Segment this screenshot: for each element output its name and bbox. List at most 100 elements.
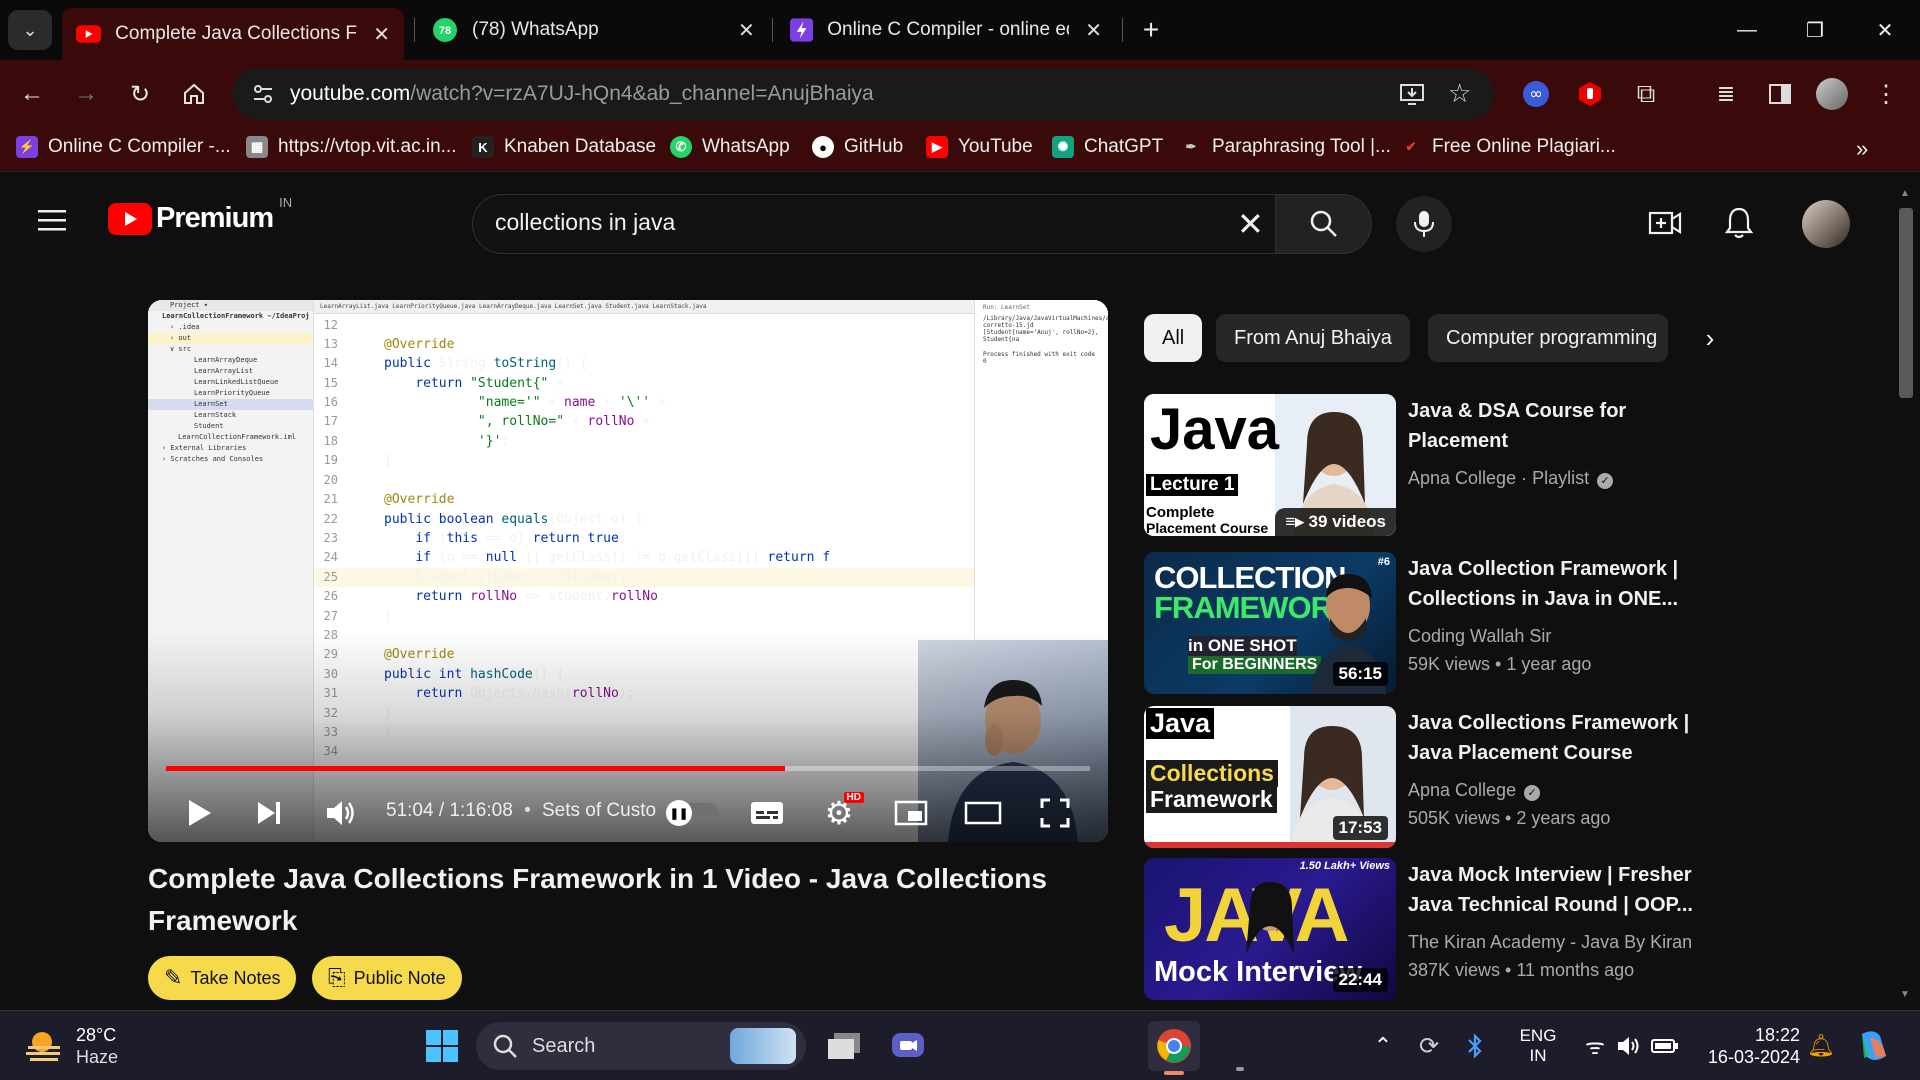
- tab-search-button[interactable]: ⌄: [8, 10, 52, 50]
- extension-button[interactable]: [1572, 76, 1608, 112]
- bookmark-item[interactable]: ▦ https://vtop.vit.ac.in...: [246, 136, 456, 158]
- chapter-title[interactable]: Sets of Custo: [542, 800, 656, 821]
- recommendation-item[interactable]: JAVA Mock Interview 1.50 Lakh+ Views 22:…: [1144, 858, 1704, 1002]
- show-hidden-icons-button[interactable]: ⌃: [1368, 1021, 1398, 1071]
- voice-search-button[interactable]: [1396, 196, 1452, 252]
- close-window-button[interactable]: ✕: [1860, 12, 1910, 48]
- new-tab-button[interactable]: +: [1126, 12, 1176, 48]
- search-button[interactable]: [1276, 194, 1372, 254]
- teams-chat-button[interactable]: [882, 1021, 934, 1071]
- bookmark-item[interactable]: ✆ WhatsApp: [670, 136, 790, 158]
- miniplayer-button[interactable]: [888, 790, 934, 836]
- avatar[interactable]: [1802, 200, 1850, 248]
- page-scrollbar[interactable]: ▲ ▼: [1896, 186, 1916, 1002]
- extensions-button[interactable]: ⧉: [1628, 76, 1664, 112]
- next-button[interactable]: [246, 790, 292, 836]
- video-thumbnail[interactable]: JAVA Mock Interview 1.50 Lakh+ Views 22:…: [1144, 858, 1396, 1000]
- battery-button[interactable]: [1648, 1021, 1682, 1071]
- restore-button[interactable]: ❐: [1790, 12, 1840, 48]
- progress-bar[interactable]: [166, 766, 1090, 771]
- clear-search-button[interactable]: ✕: [1237, 205, 1264, 243]
- chip-all[interactable]: All: [1144, 314, 1203, 362]
- install-app-icon[interactable]: [1398, 80, 1426, 108]
- browser-menu-button[interactable]: ⋮: [1868, 76, 1904, 112]
- volume-tray-button[interactable]: [1614, 1021, 1644, 1071]
- video-player[interactable]: Project ▾ LearnCollectionFramework ~/Ide…: [148, 300, 1108, 842]
- notifications-button[interactable]: [1724, 206, 1754, 245]
- recommendation-title[interactable]: Java Mock Interview | Fresher Java Techn…: [1408, 860, 1704, 920]
- reload-button[interactable]: ↻: [120, 74, 160, 114]
- wifi-button[interactable]: ᯤ: [1580, 1021, 1610, 1071]
- scroll-thumb[interactable]: [1899, 208, 1913, 398]
- settings-button[interactable]: ⚙ HD: [816, 790, 864, 836]
- scroll-up-arrow[interactable]: ▲: [1900, 188, 1910, 199]
- close-icon[interactable]: ✕: [1085, 18, 1102, 43]
- take-notes-button[interactable]: ✎ Take Notes: [148, 956, 297, 1000]
- recommendation-channel[interactable]: The Kiran Academy - Java By Kiran: [1408, 932, 1692, 953]
- youtube-logo[interactable]: Premium IN: [108, 195, 292, 235]
- language-indicator[interactable]: ENG IN: [1510, 1021, 1566, 1071]
- scroll-down-arrow[interactable]: ▼: [1900, 989, 1910, 1000]
- more-bookmarks-button[interactable]: »: [1856, 136, 1868, 162]
- bluetooth-tray-button[interactable]: [1462, 1021, 1488, 1071]
- bookmark-item[interactable]: K Knaben Database: [472, 136, 656, 158]
- site-info-icon[interactable]: [250, 81, 276, 107]
- sync-tray-button[interactable]: ⟳: [1414, 1021, 1444, 1071]
- taskbar-search[interactable]: Search: [476, 1022, 806, 1070]
- tab-online-compiler[interactable]: Online C Compiler - online edit ✕: [776, 8, 1116, 52]
- recommendation-item[interactable]: Java Lecture 1 Complete Placement Course…: [1144, 394, 1704, 540]
- play-button[interactable]: [176, 790, 222, 836]
- clock[interactable]: 18:22 16-03-2024: [1696, 1021, 1800, 1071]
- recommendation-title[interactable]: Java Collection Framework | Collections …: [1408, 554, 1708, 614]
- bookmark-item[interactable]: ✺ ChatGPT: [1052, 136, 1163, 158]
- recommendation-channel[interactable]: Apna College ✓: [1408, 780, 1541, 801]
- notification-center-button[interactable]: 🔔︎: [1806, 1021, 1836, 1071]
- weather-widget[interactable]: 28°C Haze: [24, 1021, 154, 1071]
- tab-youtube[interactable]: Complete Java Collections Fram ✕: [62, 8, 404, 60]
- recommendation-title[interactable]: Java Collections Framework | Java Placem…: [1408, 708, 1708, 768]
- close-icon[interactable]: ✕: [373, 22, 390, 47]
- chip-computer-programming[interactable]: Computer programming: [1428, 314, 1668, 362]
- media-control-button[interactable]: ≣: [1708, 76, 1744, 112]
- create-button[interactable]: [1648, 208, 1682, 243]
- recommendation-channel[interactable]: Apna College · Playlist ✓: [1408, 468, 1614, 489]
- subtitles-button[interactable]: [744, 790, 790, 836]
- extension-button[interactable]: ∞: [1518, 76, 1554, 112]
- chip-from-channel[interactable]: From Anuj Bhaiya: [1216, 314, 1410, 362]
- bookmark-star-icon[interactable]: ☆: [1448, 78, 1471, 109]
- tab-whatsapp[interactable]: 78 (78) WhatsApp ✕: [418, 8, 770, 52]
- bookmark-item[interactable]: ⚡ Online C Compiler -...: [16, 136, 231, 158]
- recommendation-channel[interactable]: Coding Wallah Sir: [1408, 626, 1551, 647]
- autoplay-toggle[interactable]: ❚❚: [664, 790, 722, 836]
- video-thumbnail[interactable]: Java Lecture 1 Complete Placement Course…: [1144, 394, 1396, 536]
- bookmark-item[interactable]: ● GitHub: [812, 136, 903, 158]
- forward-button[interactable]: →: [66, 74, 106, 114]
- public-note-button[interactable]: ⎘ Public Note: [312, 956, 462, 1000]
- start-button[interactable]: [418, 1021, 466, 1071]
- home-button[interactable]: [174, 74, 214, 114]
- recommendation-title[interactable]: Java & DSA Course for Placement: [1408, 396, 1708, 456]
- video-thumbnail[interactable]: COLLECTION FRAMEWORK in ONE SHOT For BEG…: [1144, 552, 1396, 694]
- address-bar[interactable]: youtube.com/watch?v=rzA7UJ-hQn4&ab_chann…: [232, 68, 1494, 120]
- chips-next-button[interactable]: ›: [1690, 318, 1730, 358]
- chrome-taskbar-button[interactable]: [1148, 1021, 1200, 1075]
- recommendation-item[interactable]: COLLECTION FRAMEWORK in ONE SHOT For BEG…: [1144, 552, 1704, 698]
- video-thumbnail[interactable]: Java Collections Framework 17:53: [1144, 706, 1396, 848]
- bookmark-item[interactable]: ✒ Paraphrasing Tool |...: [1180, 136, 1391, 158]
- bookmark-item[interactable]: ✔ Free Online Plagiari...: [1400, 136, 1616, 158]
- recommendation-item[interactable]: Java Collections Framework 17:53 Java Co…: [1144, 706, 1704, 852]
- mute-button[interactable]: [318, 790, 364, 836]
- search-input[interactable]: [495, 209, 1175, 236]
- minimize-button[interactable]: —: [1722, 12, 1772, 48]
- bookmark-item[interactable]: ▶ YouTube: [926, 136, 1033, 158]
- close-icon[interactable]: ✕: [738, 18, 755, 43]
- guide-menu-button[interactable]: [36, 206, 72, 242]
- fullscreen-button[interactable]: [1032, 790, 1078, 836]
- side-panel-button[interactable]: [1762, 76, 1798, 112]
- theater-mode-button[interactable]: [960, 790, 1006, 836]
- profile-button[interactable]: [1814, 76, 1850, 112]
- back-button[interactable]: ←: [12, 74, 52, 114]
- copilot-button[interactable]: [1852, 1021, 1896, 1071]
- task-view-button[interactable]: [818, 1021, 870, 1071]
- tree-item: LearnSet: [148, 399, 313, 410]
